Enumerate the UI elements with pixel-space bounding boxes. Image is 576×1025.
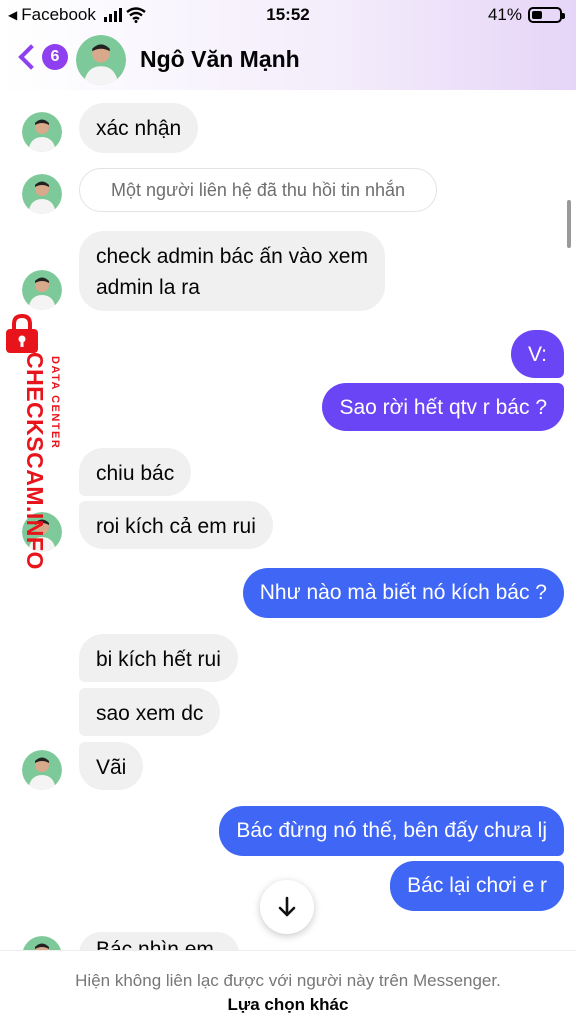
message-incoming[interactable]: sao xem dc bbox=[79, 688, 221, 736]
avatar[interactable] bbox=[22, 750, 62, 790]
scrollbar[interactable] bbox=[567, 200, 571, 248]
avatar[interactable] bbox=[22, 270, 62, 310]
message-incoming[interactable]: roi kích cả em rui bbox=[79, 501, 273, 549]
composer-unavailable-footer: Hiện không liên lạc được với người này t… bbox=[0, 950, 576, 1025]
message-outgoing[interactable]: Bác đừng nó thế, bên đấy chưa lj bbox=[219, 806, 564, 856]
unread-count-badge: 6 bbox=[42, 44, 68, 70]
message-outgoing[interactable]: Như nào mà biết nó kích bác ? bbox=[242, 568, 564, 618]
message-outgoing[interactable]: Bác lại chơi e r bbox=[390, 861, 564, 911]
status-bar: ◀ Facebook 15:52 41% bbox=[0, 0, 576, 30]
scroll-to-bottom-button[interactable] bbox=[260, 880, 314, 934]
other-options-link[interactable]: Lựa chọn khác bbox=[0, 995, 576, 1015]
avatar[interactable] bbox=[22, 174, 62, 214]
battery-icon bbox=[528, 7, 565, 23]
message-outgoing[interactable]: V: bbox=[510, 330, 564, 378]
lock-icon bbox=[6, 314, 38, 353]
avatar[interactable] bbox=[22, 112, 62, 152]
message-line: admin la ra bbox=[96, 276, 200, 299]
unavailable-note: Hiện không liên lạc được với người này t… bbox=[75, 971, 501, 990]
contact-avatar[interactable] bbox=[76, 35, 126, 85]
conversation-header: 6 Ngô Văn Mạnh bbox=[0, 30, 576, 90]
unsent-message-notice: Một người liên hệ đã thu hồi tin nhắn bbox=[79, 168, 437, 212]
message-outgoing[interactable]: Sao rời hết qtv r bác ? bbox=[322, 383, 564, 431]
message-incoming[interactable]: check admin bác ấn vào xem admin la ra bbox=[79, 231, 385, 311]
watermark-brand: CHECKSCAM.INFO bbox=[22, 352, 48, 570]
back-button[interactable]: 6 bbox=[16, 44, 68, 70]
arrow-down-icon bbox=[278, 896, 296, 917]
unsent-text: Một người liên hệ đã thu hồi tin nhắn bbox=[110, 179, 406, 200]
message-incoming[interactable]: xác nhận bbox=[79, 103, 199, 153]
chevron-left-icon bbox=[18, 44, 44, 70]
watermark-tagline: DATA CENTER bbox=[49, 356, 61, 450]
message-incoming[interactable]: bi kích hết rui bbox=[79, 634, 238, 682]
message-incoming[interactable]: chiu bác bbox=[79, 448, 192, 496]
message-incoming[interactable]: Vãi bbox=[79, 742, 144, 790]
watermark: CHECKSCAM.INFO DATA CENTER bbox=[3, 310, 63, 590]
contact-name[interactable]: Ngô Văn Mạnh bbox=[140, 46, 300, 73]
battery-percent: 41% bbox=[487, 5, 522, 24]
message-line: check admin bác ấn vào xem bbox=[96, 245, 368, 268]
